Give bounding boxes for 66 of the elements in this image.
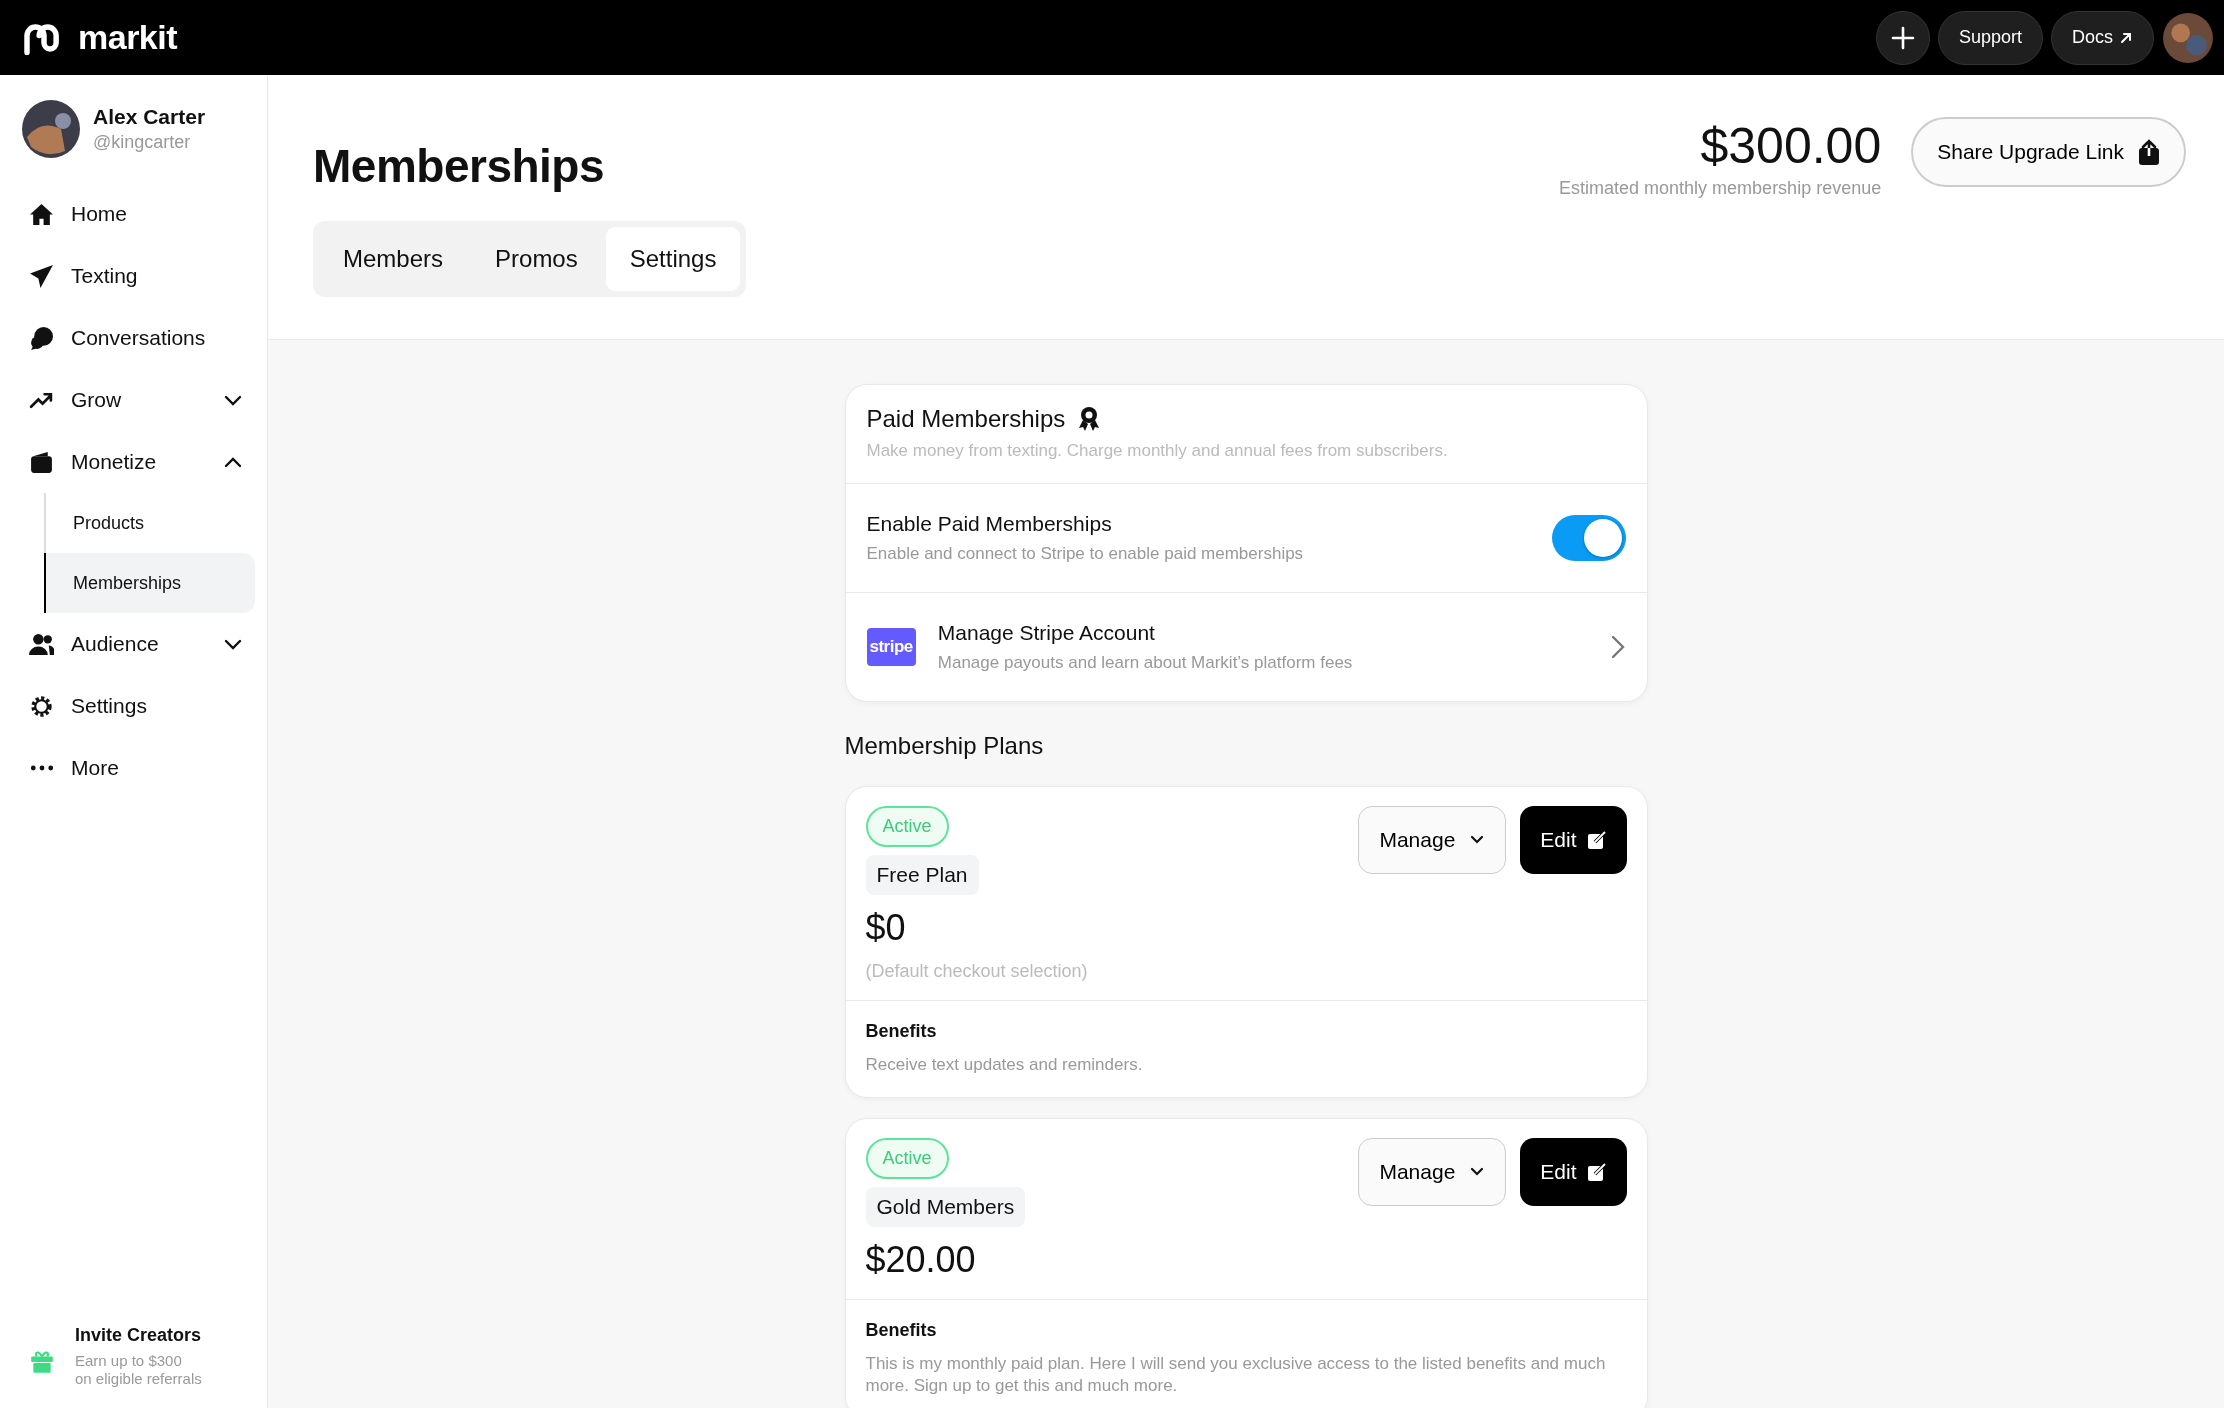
invite-title[interactable]: Invite Creators bbox=[75, 1325, 202, 1346]
people-icon bbox=[29, 631, 54, 657]
benefits-text: Receive text updates and reminders. bbox=[865, 1054, 1144, 1076]
nav-item[interactable]: Texting bbox=[12, 245, 255, 307]
tab[interactable]: Members bbox=[319, 227, 468, 291]
avatar[interactable] bbox=[2162, 11, 2214, 64]
nav-subitem[interactable]: Products bbox=[44, 493, 255, 553]
nav-item[interactable]: Conversations bbox=[12, 307, 255, 369]
share-button[interactable]: Share Upgrade Link bbox=[1911, 117, 2186, 187]
nav-subitem[interactable]: Memberships bbox=[44, 553, 255, 613]
revenue-amount: $300.00 bbox=[1699, 119, 1882, 174]
revenue-label: Estimated monthly membership revenue bbox=[1559, 178, 1882, 199]
home-icon bbox=[29, 201, 54, 227]
manage-button[interactable]: Manage bbox=[1358, 1138, 1507, 1207]
nav-item[interactable]: Settings bbox=[12, 675, 255, 737]
nav-item[interactable]: Monetize bbox=[12, 431, 255, 493]
chat-bubbles-icon bbox=[29, 325, 54, 351]
edit-button[interactable]: Edit bbox=[1520, 1138, 1627, 1207]
plus-icon bbox=[1889, 24, 1916, 51]
page-title: Memberships bbox=[313, 139, 606, 193]
gift-icon bbox=[29, 1349, 55, 1375]
setting-title: Enable Paid Memberships bbox=[866, 512, 1113, 536]
setting-title: Manage Stripe Account bbox=[937, 621, 1156, 645]
wallet-icon bbox=[29, 449, 54, 475]
nav-item[interactable]: More bbox=[12, 737, 255, 799]
brand-name: markit bbox=[78, 18, 178, 57]
stripe-logo: stripe bbox=[866, 628, 916, 666]
more-icon bbox=[30, 765, 54, 771]
plan-name: Free Plan bbox=[865, 855, 979, 895]
external-link-icon bbox=[2119, 30, 2133, 45]
edit-icon bbox=[1586, 830, 1607, 850]
share-icon bbox=[2138, 139, 2160, 165]
stripe-account-link[interactable]: stripe Manage Stripe Account Manage payouts and learn about Markit’s platform fees bbox=[845, 593, 1647, 701]
nav-item[interactable]: Home bbox=[12, 183, 255, 245]
card-subtitle: Make money from texting. Charge monthly and annual fees from subscribers. bbox=[866, 441, 1449, 461]
plan-price: $0 bbox=[865, 907, 907, 949]
status-badge: Active bbox=[865, 806, 949, 847]
section-title: Membership Plans bbox=[844, 732, 1045, 760]
profile-handle: @kingcarter bbox=[93, 132, 192, 153]
plan-price: $20.00 bbox=[865, 1239, 977, 1282]
gear-icon bbox=[29, 693, 54, 719]
tab[interactable]: Promos bbox=[471, 227, 602, 291]
paper-plane-icon bbox=[29, 263, 54, 289]
edit-icon bbox=[1586, 1162, 1607, 1183]
profile-name: Alex Carter bbox=[93, 105, 206, 129]
nav-item[interactable]: Audience bbox=[12, 613, 255, 675]
tab[interactable]: Settings bbox=[605, 227, 741, 291]
card-title: Paid Memberships bbox=[866, 405, 1066, 433]
invite-text: Earn up to $300 on eligible referrals bbox=[75, 1352, 202, 1388]
plan-note: (Default checkout selection) bbox=[865, 961, 1089, 982]
setting-description: Manage payouts and learn about Markit’s platform fees bbox=[937, 653, 1354, 673]
manage-button[interactable]: Manage bbox=[1358, 806, 1507, 874]
toggle-switch[interactable] bbox=[1551, 515, 1626, 561]
edit-button[interactable]: Edit bbox=[1520, 806, 1627, 874]
nav-item[interactable]: Grow bbox=[12, 369, 255, 431]
status-badge: Active bbox=[865, 1138, 949, 1180]
benefits-text: This is my monthly paid plan. Here I will send you exclusive access to the listed benefits and much more. Sign up to get this and much more. bbox=[865, 1353, 1607, 1396]
setting-description: Enable and connect to Stripe to enable paid memberships bbox=[866, 544, 1305, 564]
docs-button[interactable]: Docs bbox=[2051, 10, 2154, 65]
award-icon bbox=[1077, 406, 1102, 432]
plan-name: Gold Members bbox=[865, 1187, 1026, 1228]
benefits-label: Benefits bbox=[865, 1320, 938, 1342]
support-button[interactable]: Support bbox=[1937, 10, 2043, 65]
benefits-label: Benefits bbox=[865, 1021, 938, 1042]
avatar[interactable] bbox=[21, 99, 81, 159]
chevron-right-icon bbox=[1609, 634, 1626, 660]
